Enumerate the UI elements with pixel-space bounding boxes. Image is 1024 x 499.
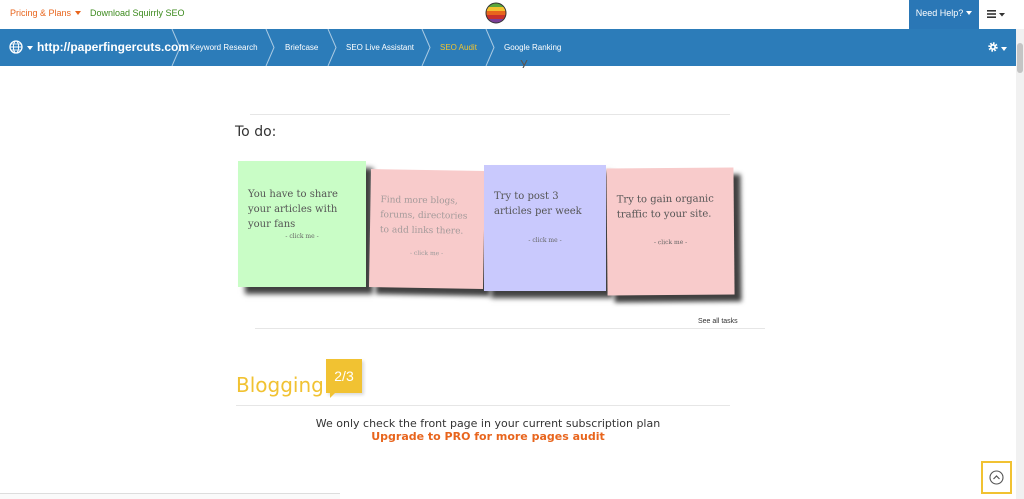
- nav-seo-live-assistant[interactable]: SEO Live Assistant: [346, 43, 414, 52]
- section-divider: [255, 328, 765, 329]
- main-nav-bar: http://paperfingercuts.com Keyword Resea…: [0, 29, 1016, 66]
- section-divider: [236, 405, 730, 406]
- sticky-note[interactable]: Find more blogs, forums, directories to …: [368, 169, 486, 289]
- back-to-top-button[interactable]: [981, 461, 1012, 494]
- see-all-tasks-link[interactable]: See all tasks: [698, 318, 738, 325]
- note-click-me[interactable]: - click me -: [607, 238, 734, 246]
- breadcrumb-chevron-icon: [485, 29, 495, 66]
- note-click-me[interactable]: - click me -: [484, 237, 606, 244]
- download-squirrly-link[interactable]: Download Squirrly SEO: [90, 8, 185, 18]
- gear-icon[interactable]: [987, 41, 999, 53]
- note-text: Try to gain organic traffic to your site…: [616, 193, 714, 221]
- todo-heading: To do:: [235, 124, 277, 140]
- chevron-up-icon: [989, 470, 1004, 485]
- caret-down-icon[interactable]: [1001, 47, 1007, 51]
- need-help-button[interactable]: Need Help?: [909, 0, 979, 29]
- nav-keyword-research[interactable]: Keyword Research: [190, 43, 258, 52]
- need-help-label: Need Help?: [915, 8, 964, 18]
- site-domain[interactable]: http://paperfingercuts.com: [37, 40, 189, 54]
- subscription-notice: We only check the front page in your cur…: [315, 417, 661, 430]
- nav-briefcase[interactable]: Briefcase: [285, 43, 318, 52]
- blogging-heading: Blogging: [236, 373, 324, 397]
- score-badge-tail: [330, 392, 336, 398]
- nav-google-ranking[interactable]: Google Ranking: [504, 43, 561, 52]
- note-text: You have to share your articles with you…: [248, 189, 338, 230]
- note-text: Try to post 3 articles per week: [494, 191, 582, 217]
- breadcrumb-chevron-icon: [327, 29, 337, 66]
- squirrly-logo[interactable]: [485, 2, 507, 24]
- globe-icon[interactable]: [9, 40, 23, 54]
- section-divider: [250, 114, 730, 115]
- status-bar: [0, 493, 340, 499]
- sticky-note[interactable]: Try to post 3 articles per week - click …: [484, 165, 606, 291]
- scrollbar-thumb[interactable]: [1017, 43, 1023, 73]
- sticky-note[interactable]: You have to share your articles with you…: [238, 161, 366, 287]
- sticky-note[interactable]: Try to gain organic traffic to your site…: [606, 167, 735, 296]
- pricing-plans-link[interactable]: Pricing & Plans: [10, 8, 82, 18]
- breadcrumb-chevron-icon: [265, 29, 275, 66]
- note-click-me[interactable]: - click me -: [370, 249, 484, 258]
- upgrade-pro-link[interactable]: Upgrade to PRO for more pages audit: [0, 430, 976, 443]
- score-badge: 2/3: [326, 359, 362, 393]
- scrolled-heading-fragment: [520, 60, 528, 68]
- breadcrumb-chevron-icon: [421, 29, 431, 66]
- top-bar: Pricing & Plans Download Squirrly SEO Ne…: [0, 0, 1024, 29]
- nav-seo-audit[interactable]: SEO Audit: [440, 43, 477, 52]
- breadcrumb-chevron-icon: [171, 29, 181, 66]
- caret-down-icon: [966, 11, 973, 15]
- vertical-scrollbar[interactable]: [1016, 29, 1024, 499]
- pricing-plans-label: Pricing & Plans: [10, 8, 72, 18]
- note-text: Find more blogs, forums, directories to …: [379, 195, 468, 237]
- caret-down-icon[interactable]: [27, 46, 33, 50]
- note-click-me[interactable]: - click me -: [238, 233, 366, 240]
- hamburger-icon[interactable]: [985, 7, 1007, 21]
- caret-down-icon: [75, 11, 82, 15]
